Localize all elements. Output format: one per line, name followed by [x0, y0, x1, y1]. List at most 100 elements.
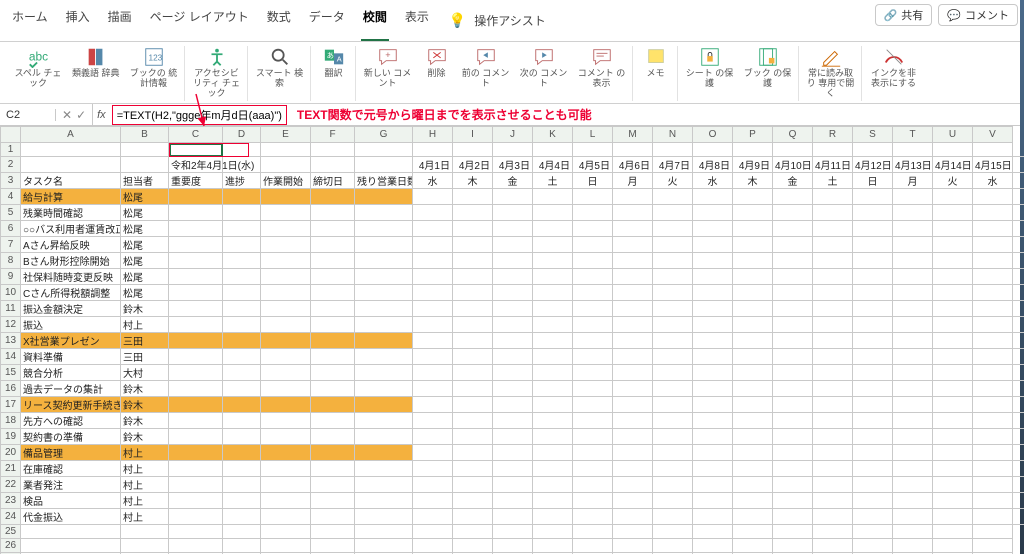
weekday-cell[interactable]: 木: [733, 173, 773, 189]
cell[interactable]: [533, 493, 573, 509]
cell[interactable]: [773, 509, 813, 525]
cell[interactable]: [853, 381, 893, 397]
cell[interactable]: [169, 253, 223, 269]
cell[interactable]: [413, 349, 453, 365]
cell[interactable]: [893, 413, 933, 429]
header-owner[interactable]: 担当者: [121, 173, 169, 189]
cell[interactable]: [311, 381, 355, 397]
cell[interactable]: [355, 477, 413, 493]
cell[interactable]: [773, 445, 813, 461]
cell[interactable]: [853, 493, 893, 509]
cell[interactable]: [733, 301, 773, 317]
cell[interactable]: [311, 413, 355, 429]
cell[interactable]: [773, 333, 813, 349]
cell[interactable]: [311, 237, 355, 253]
cell[interactable]: [933, 539, 973, 553]
col-header-L[interactable]: L: [573, 127, 613, 143]
cell[interactable]: [733, 253, 773, 269]
cell[interactable]: [893, 493, 933, 509]
cell[interactable]: [773, 397, 813, 413]
col-header-F[interactable]: F: [311, 127, 355, 143]
cell[interactable]: [773, 381, 813, 397]
cell[interactable]: [653, 539, 693, 553]
cell[interactable]: [853, 221, 893, 237]
cell[interactable]: [653, 381, 693, 397]
cell[interactable]: [693, 539, 733, 553]
cell[interactable]: [21, 525, 121, 539]
row-header[interactable]: 6: [1, 221, 21, 237]
cell[interactable]: [893, 539, 933, 553]
cell[interactable]: [893, 269, 933, 285]
cell[interactable]: [773, 143, 813, 157]
cell[interactable]: [653, 333, 693, 349]
cell[interactable]: [853, 189, 893, 205]
cell[interactable]: [573, 509, 613, 525]
cell[interactable]: [573, 285, 613, 301]
cell[interactable]: [261, 221, 311, 237]
cell[interactable]: [653, 445, 693, 461]
cell[interactable]: [533, 429, 573, 445]
cell[interactable]: [693, 525, 733, 539]
cell[interactable]: [573, 365, 613, 381]
name-box[interactable]: C2: [0, 109, 56, 121]
cell[interactable]: [613, 413, 653, 429]
cell[interactable]: [573, 525, 613, 539]
cell[interactable]: [223, 493, 261, 509]
cell[interactable]: [533, 461, 573, 477]
cell[interactable]: [973, 221, 1013, 237]
cell[interactable]: [573, 493, 613, 509]
formula-input[interactable]: =TEXT(H2,"ggge年m月d日(aaa)"): [112, 105, 287, 125]
cell[interactable]: [493, 237, 533, 253]
row-header[interactable]: 14: [1, 349, 21, 365]
cell[interactable]: [413, 397, 453, 413]
cell[interactable]: [813, 269, 853, 285]
cell[interactable]: [453, 509, 493, 525]
cell[interactable]: [893, 143, 933, 157]
owner-cell[interactable]: 松尾: [121, 285, 169, 301]
date-cell[interactable]: 4月12日: [853, 157, 893, 173]
header-prio[interactable]: 重要度: [169, 173, 223, 189]
cell[interactable]: [653, 269, 693, 285]
select-all[interactable]: [1, 127, 21, 143]
cell[interactable]: [169, 509, 223, 525]
cell[interactable]: [261, 143, 311, 157]
cell[interactable]: [613, 205, 653, 221]
always-readonly-button[interactable]: 常に読み取り 専用で開く: [807, 46, 855, 99]
cell[interactable]: [311, 333, 355, 349]
row-header[interactable]: 4: [1, 189, 21, 205]
cell[interactable]: [893, 365, 933, 381]
cell[interactable]: [533, 189, 573, 205]
cell[interactable]: [453, 445, 493, 461]
cell[interactable]: [223, 429, 261, 445]
cell[interactable]: [693, 269, 733, 285]
cell[interactable]: [893, 477, 933, 493]
cell[interactable]: [493, 301, 533, 317]
cell[interactable]: [573, 429, 613, 445]
cell[interactable]: [773, 221, 813, 237]
cell[interactable]: [613, 301, 653, 317]
owner-cell[interactable]: 鈴木: [121, 381, 169, 397]
tab-data[interactable]: データ: [307, 4, 347, 41]
header-prog[interactable]: 進捗: [223, 173, 261, 189]
cell[interactable]: [311, 493, 355, 509]
cell[interactable]: [311, 525, 355, 539]
cell[interactable]: [973, 285, 1013, 301]
row-header[interactable]: 20: [1, 445, 21, 461]
row-header[interactable]: 12: [1, 317, 21, 333]
cell[interactable]: [261, 525, 311, 539]
cell[interactable]: [223, 189, 261, 205]
cell[interactable]: [261, 445, 311, 461]
tab-formulas[interactable]: 数式: [265, 4, 293, 41]
row-header[interactable]: 25: [1, 525, 21, 539]
cell[interactable]: [733, 333, 773, 349]
cell[interactable]: [973, 333, 1013, 349]
cell[interactable]: [653, 253, 693, 269]
cell[interactable]: [413, 381, 453, 397]
cell[interactable]: [413, 143, 453, 157]
cell[interactable]: [813, 237, 853, 253]
weekday-cell[interactable]: 金: [493, 173, 533, 189]
owner-cell[interactable]: 松尾: [121, 205, 169, 221]
cell[interactable]: [893, 317, 933, 333]
cell[interactable]: [893, 189, 933, 205]
cell[interactable]: [933, 189, 973, 205]
